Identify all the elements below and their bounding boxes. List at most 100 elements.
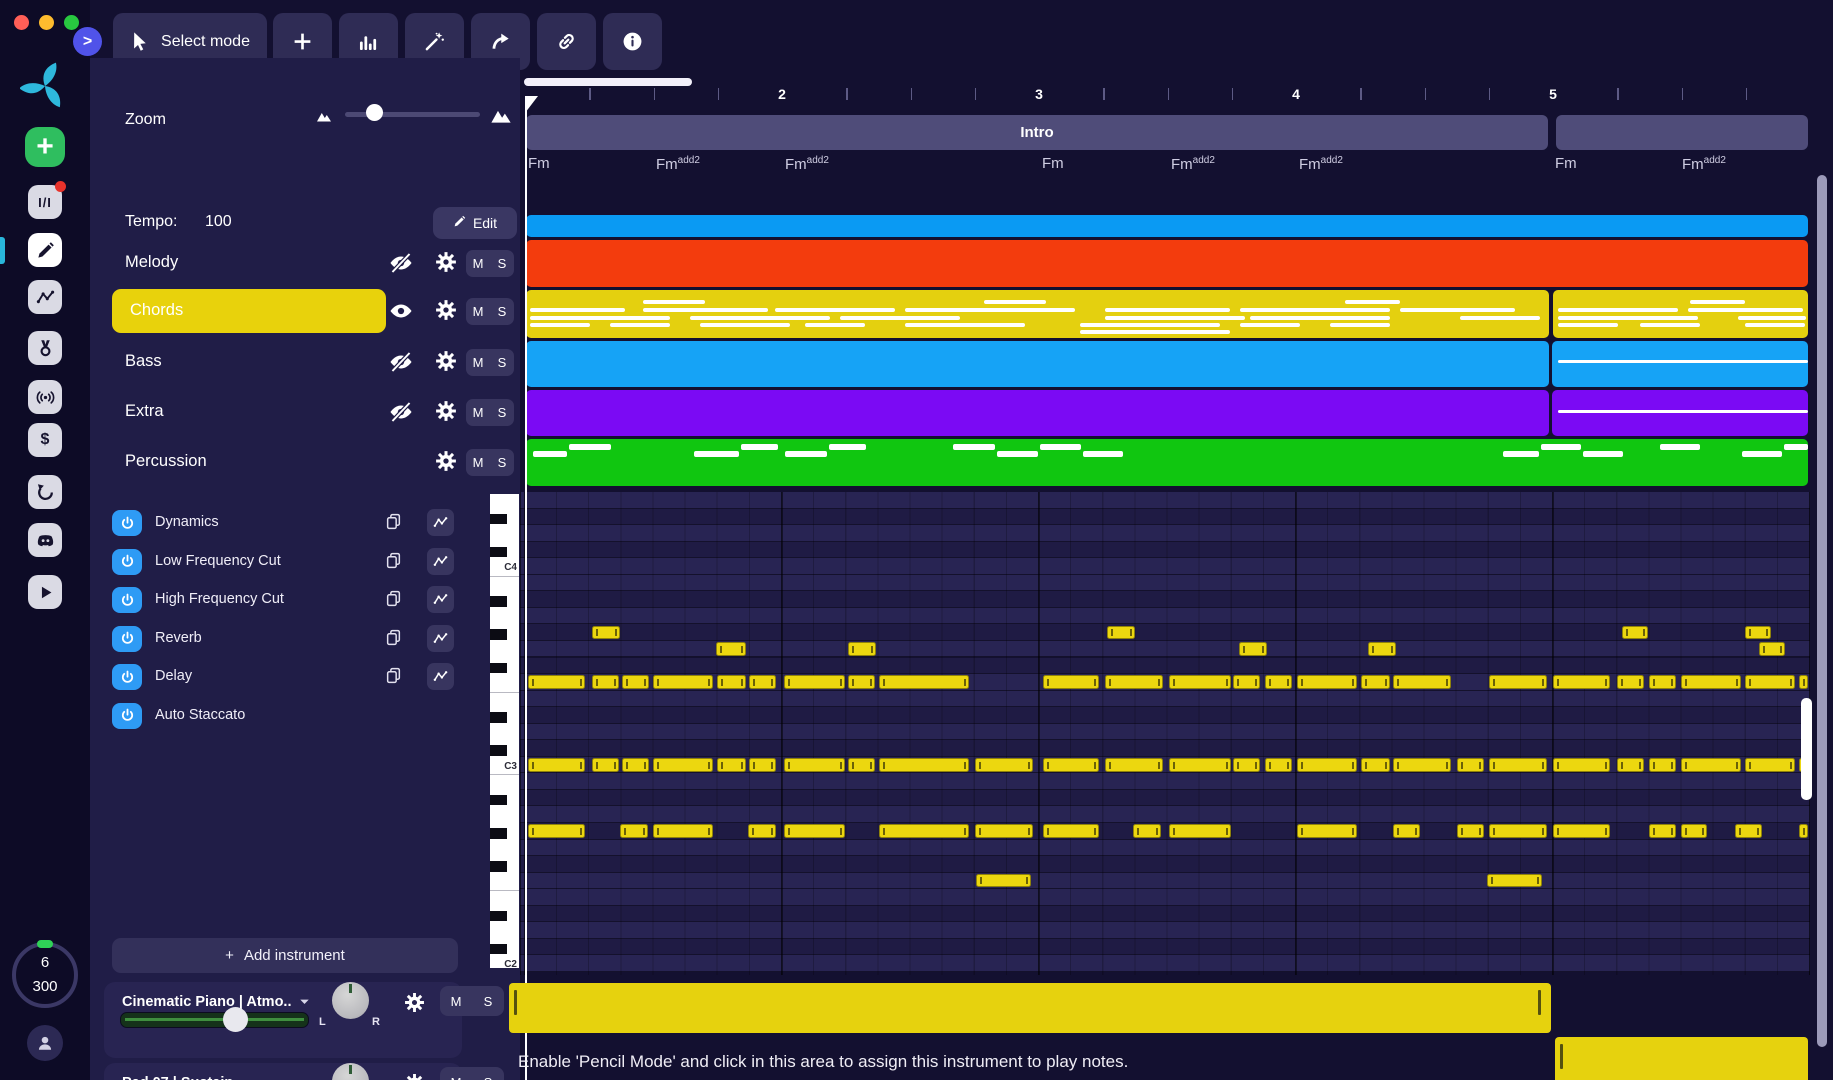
midi-note[interactable] — [1617, 758, 1644, 772]
midi-note[interactable] — [592, 675, 619, 689]
black-key[interactable] — [490, 513, 507, 525]
midi-note[interactable] — [716, 642, 746, 656]
midi-note[interactable] — [1553, 758, 1610, 772]
collapse-sidebar-button[interactable]: > — [73, 27, 102, 56]
midi-note[interactable] — [622, 758, 649, 772]
midi-note[interactable] — [1361, 675, 1390, 689]
key-G2[interactable] — [490, 842, 519, 859]
key-Cs2[interactable] — [490, 941, 519, 958]
volume-slider[interactable] — [120, 1007, 309, 1032]
instrument-note-clip[interactable] — [509, 983, 1551, 1033]
midi-note[interactable] — [592, 625, 620, 640]
black-key[interactable] — [490, 629, 507, 640]
key-D4[interactable] — [490, 527, 519, 544]
key-Fs2[interactable] — [490, 858, 519, 875]
midi-note[interactable] — [848, 675, 875, 689]
solo-button[interactable]: S — [490, 349, 514, 376]
power-toggle[interactable] — [112, 702, 142, 729]
key-Ds2[interactable] — [490, 908, 519, 925]
midi-note[interactable] — [653, 824, 713, 838]
midi-note[interactable] — [1265, 758, 1292, 772]
solo-button[interactable]: S — [490, 250, 514, 277]
pan-knob[interactable] — [332, 1063, 369, 1080]
midi-note[interactable] — [622, 675, 649, 689]
midi-note[interactable] — [653, 758, 713, 772]
instrument-row[interactable]: Cinematic Piano | Atmo... L R M S — [104, 982, 504, 1058]
key-As3[interactable] — [490, 593, 519, 610]
pencil-editor-button[interactable] — [28, 233, 62, 267]
midi-note[interactable] — [1239, 642, 1267, 656]
key-Fs3[interactable] — [490, 660, 519, 677]
key-F2[interactable] — [490, 875, 519, 892]
midi-note[interactable] — [1489, 675, 1547, 689]
midi-note[interactable] — [1105, 675, 1163, 689]
track-row-percussion[interactable]: Percussion M S — [90, 440, 520, 486]
automation-curve-button[interactable] — [427, 663, 454, 690]
mute-button[interactable]: M — [466, 250, 490, 277]
billing-button[interactable]: $ — [28, 423, 62, 457]
tempo-value[interactable]: 100 — [205, 213, 232, 231]
copy-icon[interactable] — [385, 667, 402, 689]
midi-note[interactable] — [1233, 675, 1260, 689]
extra-lane-clip[interactable] — [526, 390, 1549, 436]
key-Ds4[interactable] — [490, 511, 519, 528]
midi-note[interactable] — [1233, 758, 1260, 772]
bass-lane-clip[interactable] — [526, 341, 1549, 387]
power-toggle[interactable] — [112, 625, 142, 652]
key-As2[interactable] — [490, 792, 519, 809]
mute-button[interactable]: M — [466, 399, 490, 426]
midi-note[interactable] — [784, 824, 845, 838]
track-row-extra[interactable]: Extra M S — [90, 390, 520, 436]
midi-note[interactable] — [1361, 758, 1390, 772]
mute-button[interactable]: M — [440, 1067, 472, 1080]
midi-note[interactable] — [1745, 625, 1771, 640]
midi-note[interactable] — [1649, 824, 1676, 838]
midi-note[interactable] — [879, 675, 969, 689]
midi-note[interactable] — [1297, 758, 1357, 772]
chords-lane-clip[interactable] — [1553, 290, 1808, 338]
copy-icon[interactable] — [385, 590, 402, 612]
automation-curve-button[interactable] — [427, 586, 454, 613]
key-Cs3[interactable] — [490, 742, 519, 759]
eye-slash-icon[interactable] — [389, 350, 415, 374]
instrument-settings-gear-icon[interactable] — [404, 1073, 425, 1080]
midi-note[interactable] — [528, 675, 585, 689]
percussion-lane-clip[interactable] — [526, 439, 1808, 486]
copy-icon[interactable] — [385, 552, 402, 574]
key-E3[interactable] — [490, 693, 519, 710]
eye-slash-icon[interactable] — [389, 400, 415, 424]
share-button[interactable] — [28, 280, 62, 314]
key-Ds3[interactable] — [490, 709, 519, 726]
midi-note[interactable] — [528, 824, 585, 838]
track-row-chords[interactable]: Chords M S — [90, 289, 520, 335]
power-toggle[interactable] — [112, 548, 142, 575]
black-key[interactable] — [490, 662, 507, 673]
midi-note[interactable] — [1649, 675, 1676, 689]
profile-button[interactable] — [27, 1025, 63, 1061]
key-G3[interactable] — [490, 643, 519, 660]
midi-note[interactable] — [1457, 758, 1484, 772]
piano-keyboard[interactable]: C4 C3 C2 — [490, 494, 519, 968]
midi-note[interactable] — [1553, 824, 1610, 838]
solo-button[interactable]: S — [490, 298, 514, 325]
track-settings-gear-icon[interactable] — [435, 299, 457, 326]
section-intro[interactable]: Intro — [526, 115, 1548, 150]
midi-note[interactable] — [592, 758, 619, 772]
power-toggle[interactable] — [112, 510, 142, 536]
black-key[interactable] — [490, 828, 507, 839]
mute-button[interactable]: M — [440, 986, 472, 1016]
bass-lane-clip[interactable] — [1552, 341, 1808, 387]
compositions-button[interactable]: I/I — [28, 181, 66, 219]
midi-note[interactable] — [1297, 675, 1357, 689]
key-Gs3[interactable] — [490, 626, 519, 643]
key-B2[interactable] — [490, 775, 519, 792]
midi-note[interactable] — [1457, 824, 1484, 838]
copy-icon[interactable] — [385, 629, 402, 651]
midi-note[interactable] — [1649, 758, 1676, 772]
track-row-melody[interactable]: Melody M S — [90, 241, 520, 287]
midi-note[interactable] — [879, 758, 969, 772]
discord-button[interactable] — [28, 523, 62, 557]
midi-note[interactable] — [848, 758, 875, 772]
black-key[interactable] — [490, 745, 507, 756]
midi-note[interactable] — [1043, 758, 1099, 772]
